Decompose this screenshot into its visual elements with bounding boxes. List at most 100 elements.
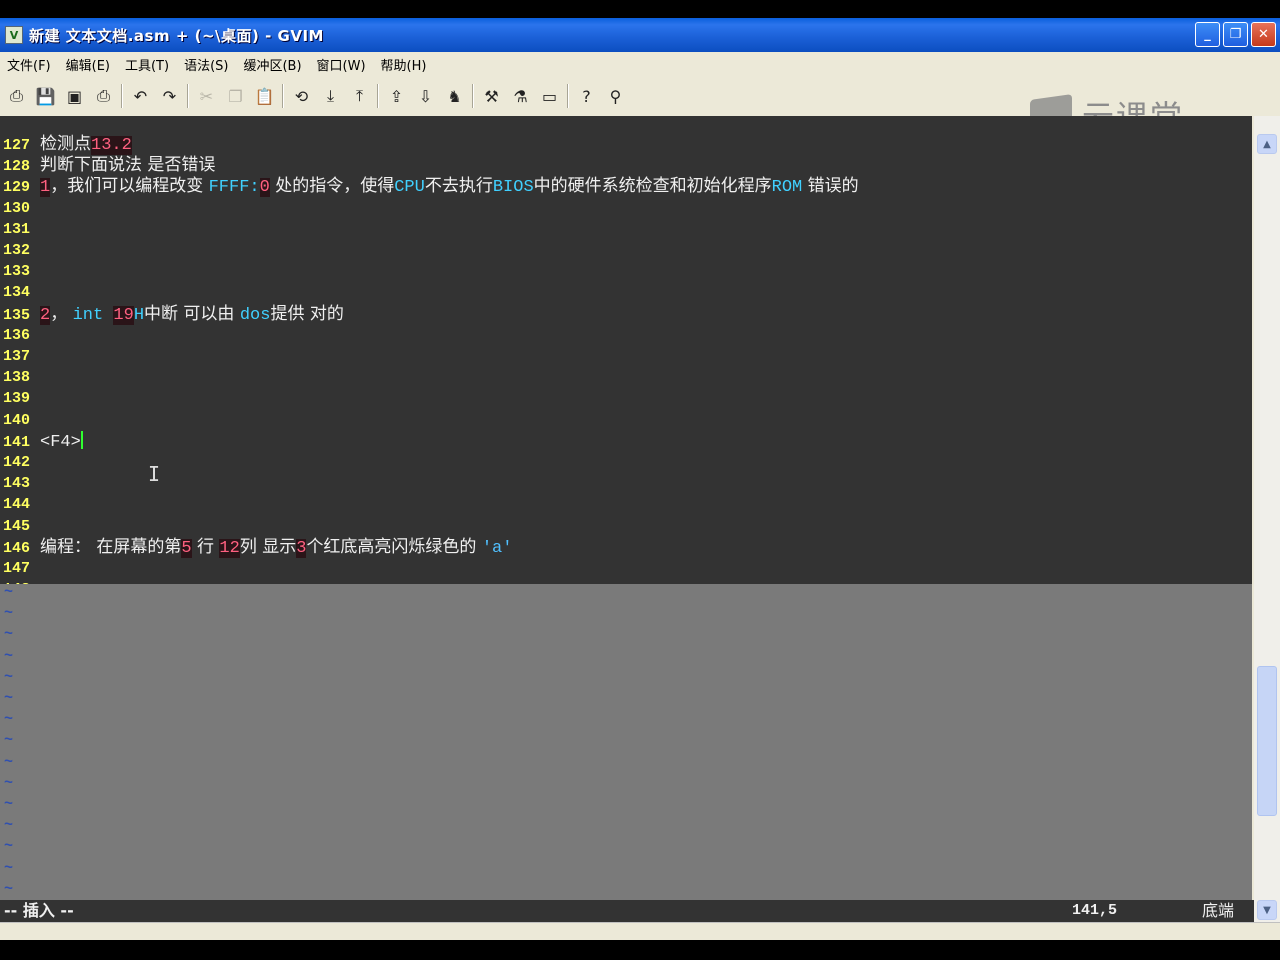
run-script-button[interactable]: ♞ [440,82,469,110]
empty-line-marker: ~ [4,796,14,813]
find-next-button[interactable]: ⤓ [316,82,345,110]
close-icon: ✕ [1258,27,1269,42]
line-number: 138 [3,369,31,387]
save-session-icon: ⇩ [418,86,433,106]
code-token: 12 [219,538,240,558]
code-token: int [72,305,104,325]
empty-line-marker: ~ [4,732,14,750]
code-token: 行 [191,536,220,557]
line-number: 142 [3,454,31,471]
cursor-position: 141,5 [1072,902,1118,919]
editor-line[interactable]: 143 [0,473,1252,494]
editor-line[interactable]: 131 [0,219,1252,240]
editor-line[interactable]: 139 [0,388,1252,409]
editor-line[interactable]: 132 [0,240,1252,261]
menu-syntax[interactable]: 语法(S) [177,55,236,74]
editor-line[interactable]: 135 2， int 19H中断 可以由 dos提供 对的 [0,304,1252,325]
text-cursor [80,430,83,449]
paste-button[interactable]: 📋 [250,82,279,110]
empty-line-marker: ~ [4,711,14,729]
code-token: FFFF: [208,178,260,198]
code-token: 5 [181,538,192,558]
editor-line[interactable]: 146 编程： 在屏幕的第5 行 12列 显示3个红底高亮闪烁绿色的 'a' [0,537,1252,558]
editor-line[interactable]: 142 [0,452,1252,473]
line-number: 140 [3,411,31,429]
editor-line[interactable]: 130 [0,198,1252,219]
editor-line[interactable]: 133 [0,261,1252,282]
line-number: 147 [3,560,31,577]
line-number: 137 [3,348,31,365]
text-buffer[interactable]: 127 检测点13.2 128 判断下面说法 是否错误 129 1，我们可以编程改变 FF… [0,116,1252,598]
find-prev-button[interactable]: ⤒ [345,82,374,110]
editor-line[interactable]: 140 [0,410,1252,431]
line-number: 145 [3,517,31,535]
empty-line-marker: ~ [4,584,14,601]
menu-edit[interactable]: 编辑(E) [59,55,118,74]
editor-line[interactable]: 144 [0,494,1252,515]
code-token: 判断下面说法 是否错误 [40,155,216,176]
make-button[interactable]: ⚒ [477,82,506,110]
save-session-button[interactable]: ⇩ [411,82,440,110]
help-icon: ? [582,86,591,106]
editor-line[interactable]: 136 [0,325,1252,346]
editor-line[interactable]: 138 [0,367,1252,388]
chevron-up-icon: ▲ [1263,138,1271,150]
undo-button[interactable]: ↶ [126,82,155,110]
editor-line[interactable]: 137 [0,346,1252,367]
toolbar-separator [187,84,189,108]
replace-button[interactable]: ⟲ [287,82,316,110]
line-number: 144 [3,496,31,514]
scrollbar-thumb[interactable] [1257,666,1277,816]
code-token: 中断 可以由 [144,303,240,324]
title-bar[interactable]: V 新建 文本文档.asm + (~\桌面) - GVIM _ ❐ ✕ [0,18,1280,52]
code-token: 19 [113,305,134,325]
code-token: 中的硬件系统检查和初始化程序 [533,176,772,197]
empty-line-marker: ~ [4,690,14,707]
code-token: ， [50,303,73,324]
menu-help[interactable]: 帮助(H) [374,55,435,74]
code-token: ROM [771,178,803,198]
copy-button[interactable]: ❐ [221,82,250,110]
minimize-button[interactable]: _ [1195,22,1220,47]
close-button[interactable]: ✕ [1251,22,1276,47]
line-number: 129 [3,179,31,197]
code-token: 3 [296,538,307,558]
menu-buffers[interactable]: 缓冲区(B) [236,55,309,74]
editor-line[interactable]: 134 [0,282,1252,303]
code-token: .2 [111,136,132,155]
save-all-button[interactable]: ▣ [60,82,89,110]
editor-line[interactable]: 147 [0,558,1252,579]
editor-line[interactable]: 127 检测点13.2 [0,134,1252,155]
restore-icon: ❐ [1229,27,1242,42]
vertical-scrollbar[interactable]: ▲ ▼ [1254,116,1280,922]
scroll-down-button[interactable]: ▼ [1257,900,1277,920]
scroll-up-button[interactable]: ▲ [1257,134,1277,154]
find-help-button[interactable]: ⚲ [601,82,630,110]
redo-button[interactable]: ↷ [155,82,184,110]
code-token: 错误的 [802,176,859,197]
editor-line[interactable]: 141 <F4> [0,430,1252,452]
code-token: 0 [259,178,270,198]
save-button[interactable]: 💾 [31,82,60,110]
editor-line[interactable]: 145 [0,516,1252,537]
line-number: 139 [3,390,31,408]
ctags-button[interactable]: ▭ [535,82,564,110]
load-session-icon: ⇪ [389,86,404,106]
editor-area[interactable]: 127 检测点13.2 128 判断下面说法 是否错误 129 1，我们可以编程改变 FF… [0,116,1252,900]
menu-window[interactable]: 窗口(W) [310,55,374,74]
open-button[interactable]: ⎙ [2,82,31,110]
maximize-button[interactable]: ❐ [1223,22,1248,47]
load-session-button[interactable]: ⇪ [382,82,411,110]
menu-file[interactable]: 文件(F) [0,55,59,74]
shell-button[interactable]: ⚗ [506,82,535,110]
empty-line-marker: ~ [4,647,14,665]
help-button[interactable]: ? [572,82,601,110]
editor-line[interactable]: 129 1，我们可以编程改变 FFFF:0 处的指令，使得CPU不去执行BIOS中… [0,176,1252,198]
print-button[interactable]: ⎙ [89,82,118,110]
cut-button[interactable]: ✂ [192,82,221,110]
editor-line[interactable]: 128 判断下面说法 是否错误 [0,155,1252,176]
menu-tools[interactable]: 工具(T) [118,55,177,74]
empty-lines-area[interactable]: ~ ~ ~ ~ ~ ~ ~ ~ ~ ~ ~ ~ ~ ~ ~ [0,584,1252,900]
gvim-window: V 新建 文本文档.asm + (~\桌面) - GVIM _ ❐ ✕ 文件(F… [0,18,1280,940]
